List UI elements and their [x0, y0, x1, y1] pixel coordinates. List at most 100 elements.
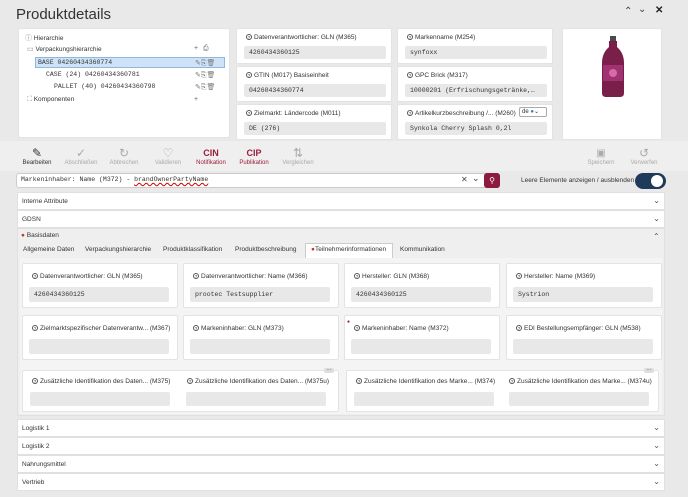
field-card-p2: ? Datenverantwortlicher: Name (M366) proo… [183, 263, 339, 308]
section-gdsn[interactable]: GDSN ⌄ [17, 210, 665, 228]
field-value[interactable] [29, 339, 169, 354]
chevron-up-icon[interactable]: ⌃ [653, 232, 660, 241]
save-button-label: Speichern [587, 160, 615, 166]
field-value[interactable]: 4260434360125 [29, 287, 169, 302]
close-icon[interactable]: ✕ [655, 5, 663, 16]
save-button[interactable]: ▣ Speichern [581, 147, 621, 166]
page-title: Produktdetails [16, 6, 112, 23]
section-logistik-2[interactable]: Logistik 2 ⌄ [17, 437, 665, 455]
section-label: Nahrungsmittel [22, 460, 66, 468]
field-value-short-desc[interactable]: Synkola Cherry Splash 0,2l [405, 122, 547, 135]
field-value[interactable]: prootec Testsupplier [190, 287, 330, 302]
empty-elements-toggle[interactable] [635, 173, 666, 189]
export-icon[interactable]: ⎙ [203, 45, 209, 53]
field-value[interactable] [186, 392, 326, 406]
edit-button-label: Bearbeiten [22, 160, 52, 166]
edit-icon[interactable]: ✎⎘🗑 [195, 83, 215, 92]
product-image-card [562, 28, 662, 140]
validate-button[interactable]: ♡ Validieren [148, 147, 188, 167]
help-icon: ? [407, 72, 413, 79]
cip-icon: CIP [246, 148, 262, 158]
field-card-gln: ? Datenverantwortlicher: GLN (M365) 42604… [236, 28, 392, 64]
components-row[interactable]: ⛶ Komponenten [27, 96, 74, 104]
field-label: ? Hersteller: Name (M369) [516, 273, 596, 280]
more-icon[interactable]: ··· [644, 368, 654, 373]
toggle-knob [651, 175, 663, 187]
edit-button[interactable]: ✎ Bearbeiten [17, 147, 57, 167]
language-select[interactable]: de ●⌄ [519, 107, 547, 117]
field-value[interactable] [190, 339, 330, 354]
finish-button[interactable]: ✓ Abschließen [61, 147, 101, 167]
publication-button[interactable]: CIP Publikation [234, 147, 274, 166]
dropdown-chevron-icon[interactable]: ⌄ [472, 173, 480, 184]
field-value[interactable]: Systrion [513, 287, 653, 302]
field-value-gln[interactable]: 4260434360125 [244, 46, 386, 59]
more-icon[interactable]: ··· [324, 368, 334, 373]
field-label: ? Datenverantwortlicher: GLN (M365) [32, 273, 143, 280]
field-label-brand: ? Markenname (M254) [407, 34, 476, 41]
field-card-p8: ? EDI Bestellungsempfänger: GLN (M538) [506, 315, 662, 360]
field-value[interactable]: 4260434360125 [351, 287, 491, 302]
tab-verpackungshierarchie[interactable]: Verpackungshierarchie [85, 246, 151, 253]
field-value[interactable] [354, 392, 494, 406]
tab-produktklassifikation[interactable]: Produktklassifikation [163, 246, 222, 253]
product-image[interactable] [597, 35, 629, 99]
components-icon: ⛶ [27, 96, 32, 103]
cancel-button[interactable]: ↻ Abbrechen [104, 147, 144, 167]
field-value-brand[interactable]: synfoxx [405, 46, 547, 59]
section-basisdaten[interactable]: ● Basisdaten [21, 232, 59, 239]
tree-node-base-label[interactable]: BASE 04260434360774 [38, 59, 112, 66]
language-value: de [522, 109, 529, 115]
field-card-gtin: ? GTIN (M017) Basiseinheit 04260434360774 [236, 66, 392, 102]
tab-teilnehmerinformationen[interactable]: ●Teilnehmerinformationen [311, 246, 386, 253]
section-interne-attribute[interactable]: Interne Attribute ⌄ [17, 192, 665, 210]
field-value-gtin[interactable]: 04260434360774 [244, 84, 386, 97]
field-value-gpc[interactable]: 10000201 (Erfrischungsgetränke,… [405, 84, 547, 97]
tab-produktbeschreibung[interactable]: Produktbeschreibung [235, 246, 296, 253]
add-icon[interactable]: + [194, 45, 198, 52]
packaging-hierarchy-row[interactable]: ▭ Verpackungshierarchie [27, 45, 102, 53]
field-label: ? Datenverantwortlicher: Name (M366) [193, 273, 308, 280]
publication-button-label: Publikation [239, 160, 269, 166]
hierarchy-panel: ⓘ Hierarchie ▭ Verpackungshierarchie + ⎙… [18, 28, 230, 138]
field-value[interactable] [351, 339, 491, 354]
chevron-down-icon[interactable]: ⌄ [638, 4, 646, 15]
field-label: ? EDI Bestellungsempfänger: GLN (M538) [516, 325, 641, 332]
section-logistik-1[interactable]: Logistik 1 ⌄ [17, 419, 665, 437]
notification-button-label: Notifikation [196, 160, 226, 166]
add-component-icon[interactable]: + [194, 96, 198, 103]
search-button[interactable]: ⚲ [484, 173, 500, 188]
edit-icon[interactable]: ✎⎘🗑 [195, 59, 215, 68]
section-nahrungsmittel[interactable]: Nahrungsmittel ⌄ [17, 455, 665, 473]
notification-button[interactable]: CIN Notifikation [191, 147, 231, 166]
edit-icon[interactable]: ✎⎘🗑 [195, 71, 215, 80]
section-vertrieb[interactable]: Vertrieb ⌄ [17, 473, 665, 491]
help-icon: ? [32, 325, 38, 332]
section-label: Basisdaten [26, 232, 59, 239]
hierarchy-title-text: Hierarchie [33, 35, 64, 42]
field-value[interactable] [30, 392, 170, 406]
search-input[interactable]: Markeninhaber: Name (M372) - brandOwnerP… [21, 176, 208, 183]
hierarchy-title: ⓘ Hierarchie [25, 33, 63, 43]
section-label: Logistik 1 [22, 424, 50, 432]
help-icon: ? [356, 378, 362, 385]
help-icon: ? [246, 72, 252, 79]
section-label: Interne Attribute [22, 197, 68, 205]
discard-button[interactable]: ↺ Verwerfen [624, 147, 664, 167]
tab-allgemeine-daten[interactable]: Allgemeine Daten [23, 246, 74, 253]
compare-button[interactable]: ⇅ Vergleichen [278, 147, 318, 167]
field-value[interactable] [513, 339, 653, 354]
clear-icon[interactable]: ✕ [461, 175, 468, 184]
cin-icon: CIN [203, 148, 219, 158]
tab-kommunikation[interactable]: Kommunikation [400, 246, 445, 253]
chevron-down-icon: ⌄ [653, 441, 660, 450]
field-label: ? Zusätzliche Identifikation des Daten...… [187, 378, 330, 385]
required-dot: ● [21, 232, 25, 239]
tree-node-case-label[interactable]: CASE (24) 04260434360781 [46, 71, 140, 78]
field-value-target-market[interactable]: DE (276) [244, 122, 386, 135]
packaging-label: Verpackungshierarchie [35, 46, 102, 53]
chevron-up-icon[interactable]: ⌃ [624, 6, 632, 17]
help-icon: ? [246, 110, 252, 117]
field-value[interactable] [509, 392, 649, 406]
tree-node-pallet-label[interactable]: PALLET (40) 04260434360798 [54, 83, 155, 90]
